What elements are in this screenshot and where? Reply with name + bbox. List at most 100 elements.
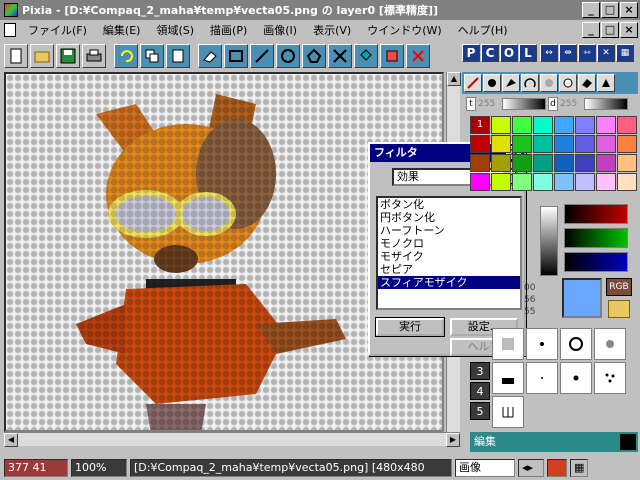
menu-window[interactable]: ウインドウ(W) <box>359 22 449 38</box>
document-icon[interactable] <box>4 23 16 37</box>
red-bar[interactable] <box>564 204 628 224</box>
open-file-button[interactable] <box>30 44 54 68</box>
current-color-swatch[interactable] <box>562 278 602 318</box>
palette-swatch[interactable] <box>512 173 532 191</box>
layer-number[interactable]: 5 <box>470 402 490 420</box>
scroll-up-icon[interactable]: ▲ <box>447 72 461 86</box>
panel-p-button[interactable]: P <box>462 44 480 62</box>
palette-swatch[interactable] <box>533 116 553 134</box>
palette-swatch[interactable] <box>491 173 511 191</box>
scroll-right-icon[interactable]: ▶ <box>446 433 460 447</box>
palette-swatch[interactable] <box>596 154 616 172</box>
save-button[interactable] <box>56 44 80 68</box>
menu-image[interactable]: 画像(I) <box>255 22 305 38</box>
nav-arrows[interactable]: ◂▸ <box>518 459 544 477</box>
layer-preview-icon[interactable] <box>547 459 567 477</box>
brush-dot[interactable] <box>560 362 592 394</box>
density-slider[interactable] <box>584 98 628 110</box>
folder-icon[interactable] <box>608 300 630 318</box>
palette-swatch[interactable] <box>596 173 616 191</box>
circle-tool-button[interactable] <box>276 44 300 68</box>
palette-swatch[interactable] <box>575 135 595 153</box>
doc-close-button[interactable]: × <box>620 22 638 38</box>
palette-swatch[interactable] <box>470 154 490 172</box>
rectangle-tool-button[interactable] <box>224 44 248 68</box>
thickness-slider[interactable] <box>502 98 546 110</box>
transform-tool-button[interactable] <box>380 44 404 68</box>
palette-swatch[interactable] <box>554 173 574 191</box>
menu-select[interactable]: 領域(S) <box>148 22 202 38</box>
palette-swatch[interactable] <box>491 116 511 134</box>
grid-icon[interactable]: ▦ <box>570 459 588 477</box>
grid-toggle-button[interactable]: ▦ <box>616 44 634 62</box>
edit-mode-icon[interactable] <box>620 434 636 450</box>
palette-swatch[interactable] <box>596 135 616 153</box>
edit-mode-bar[interactable]: 編集 <box>470 432 638 452</box>
palette-swatch[interactable] <box>575 154 595 172</box>
brush-tiny-dot[interactable] <box>526 362 558 394</box>
new-file-button[interactable] <box>4 44 28 68</box>
run-filter-button[interactable]: 実行 <box>375 317 445 337</box>
shrink-horizontal-button[interactable]: ⇹ <box>559 44 577 62</box>
panel-o-button[interactable]: O <box>500 44 518 62</box>
menu-edit[interactable]: 編集(E) <box>95 22 149 38</box>
palette-swatch[interactable] <box>554 135 574 153</box>
brush-dither[interactable] <box>492 328 524 360</box>
maximize-button[interactable]: □ <box>601 2 619 18</box>
fill-tool-button[interactable] <box>354 44 378 68</box>
palette-swatch[interactable] <box>512 135 532 153</box>
stamp-tool-button[interactable] <box>597 74 615 92</box>
canvas-horizontal-scrollbar[interactable]: ◀ ▶ <box>4 432 460 447</box>
palette-swatch[interactable] <box>533 173 553 191</box>
fit-view-button[interactable]: ⇿ <box>578 44 596 62</box>
palette-swatch[interactable] <box>575 173 595 191</box>
print-button[interactable] <box>82 44 106 68</box>
palette-swatch[interactable] <box>596 116 616 134</box>
brush-soft[interactable] <box>594 328 626 360</box>
palette-swatch[interactable] <box>470 173 490 191</box>
cross-tool-button[interactable] <box>328 44 352 68</box>
green-bar[interactable] <box>564 228 628 248</box>
brush-ring[interactable] <box>560 328 592 360</box>
polygon-tool-button[interactable] <box>302 44 326 68</box>
layer-number[interactable]: 3 <box>470 362 490 380</box>
copy-button[interactable] <box>140 44 164 68</box>
eraser-panel-button[interactable] <box>578 74 596 92</box>
palette-swatch[interactable] <box>617 154 637 172</box>
palette-swatch[interactable] <box>470 135 490 153</box>
palette-swatch[interactable] <box>491 154 511 172</box>
brightness-slider[interactable] <box>540 206 558 276</box>
palette-swatch[interactable] <box>512 116 532 134</box>
palette-swatch[interactable] <box>512 154 532 172</box>
palette-swatch[interactable] <box>617 135 637 153</box>
paste-button[interactable] <box>166 44 190 68</box>
brush-small-dot[interactable] <box>526 328 558 360</box>
expand-horizontal-button[interactable]: ↔ <box>540 44 558 62</box>
blue-bar[interactable] <box>564 252 628 272</box>
panel-l-button[interactable]: L <box>519 44 537 62</box>
doc-minimize-button[interactable]: _ <box>582 22 600 38</box>
close-panel-button[interactable]: ✕ <box>597 44 615 62</box>
palette-swatch[interactable] <box>533 154 553 172</box>
menu-draw[interactable]: 描画(P) <box>202 22 255 38</box>
scroll-left-icon[interactable]: ◀ <box>4 433 18 447</box>
panel-c-button[interactable]: C <box>481 44 499 62</box>
brush-comb[interactable] <box>492 396 524 428</box>
palette-swatch[interactable] <box>554 154 574 172</box>
palette-swatch[interactable] <box>617 116 637 134</box>
pen-tool-button[interactable] <box>464 74 482 92</box>
palette-swatch[interactable] <box>575 116 595 134</box>
smudge-tool-button[interactable] <box>521 74 539 92</box>
eraser-tool-button[interactable] <box>198 44 222 68</box>
palette-swatch[interactable] <box>491 135 511 153</box>
undo-button[interactable] <box>114 44 138 68</box>
menu-file[interactable]: ファイル(F) <box>20 22 95 38</box>
close-button[interactable]: × <box>620 2 638 18</box>
layer-number[interactable]: 4 <box>470 382 490 400</box>
blur-tool-button[interactable] <box>540 74 558 92</box>
doc-restore-button[interactable]: □ <box>601 22 619 38</box>
menu-help[interactable]: ヘルプ(H) <box>450 22 516 38</box>
brush-gradient[interactable] <box>492 362 524 394</box>
brush-tool-button[interactable] <box>483 74 501 92</box>
airbrush-tool-button[interactable] <box>502 74 520 92</box>
